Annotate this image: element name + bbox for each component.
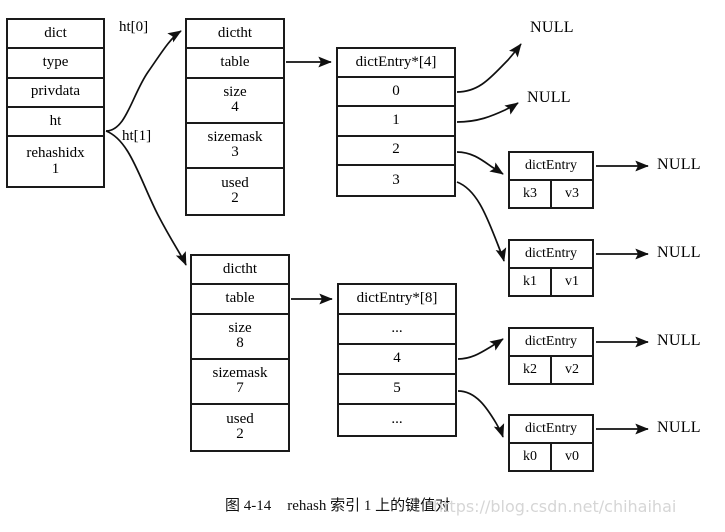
dictht-0-size: size 4	[187, 79, 283, 124]
dict-entry-k1-box: dictEntry k1 v1	[508, 239, 594, 297]
null-label-bucket-0: NULL	[530, 19, 574, 36]
dict-entry-k3-title: dictEntry	[510, 153, 592, 181]
dictht-1-size: size 8	[192, 315, 288, 360]
null-label-entry-k2: NULL	[657, 332, 701, 349]
dictht-0-sizemask: sizemask 3	[187, 124, 283, 169]
figure-caption: 图 4-14 rehash 索引 1 上的键值对	[225, 494, 450, 515]
dict-entry-k0-title: dictEntry	[510, 416, 592, 444]
dict-entry-k0-key: k0	[510, 444, 552, 470]
watermark-text: https://blog.csdn.net/chihaihai	[433, 497, 677, 516]
null-label-entry-k3: NULL	[657, 156, 701, 173]
dictht-1-size-value: 8	[236, 335, 244, 352]
dict-entry-k2-box: dictEntry k2 v2	[508, 327, 594, 385]
dict-struct-title: dict	[8, 20, 103, 50]
dict-entry-k1-value: v1	[565, 274, 579, 289]
dictht-1-sizemask-label: sizemask	[212, 364, 268, 381]
bucket-table-8-box: dictEntry*[8] ... 4 5 ...	[337, 283, 457, 437]
dict-field-ht: ht	[8, 108, 103, 138]
dict-entry-k3-value: v3	[565, 186, 579, 201]
dictht-1-sizemask: sizemask 7	[192, 360, 288, 405]
dict-field-rehashidx: rehashidx 1	[8, 137, 103, 186]
dictht-0-used: used 2	[187, 169, 283, 214]
dict-entry-k0-kv: k0 v0	[510, 444, 592, 470]
bucket-table-8-row-0: ...	[339, 315, 455, 345]
dictht-0-table: table	[187, 49, 283, 79]
bucket-table-8-header: dictEntry*[8]	[339, 285, 455, 315]
dictht-1-title: dictht	[192, 256, 288, 286]
dict-entry-k3-key: k3	[510, 181, 552, 207]
bucket-table-4-header: dictEntry*[4]	[338, 49, 454, 79]
bucket-table-8-row-2: 5	[339, 375, 455, 405]
null-label-bucket-1: NULL	[527, 89, 571, 106]
dictht-1-table: table	[192, 285, 288, 315]
dict-entry-k1-kv: k1 v1	[510, 269, 592, 295]
dict-field-type: type	[8, 49, 103, 79]
dictht-0-box: dictht table size 4 sizemask 3 used 2	[185, 18, 285, 216]
diagram-canvas: dict type privdata ht rehashidx 1 ht[0] …	[0, 0, 725, 532]
figure-number: 图 4-14	[225, 498, 272, 514]
dict-entry-k1-title: dictEntry	[510, 241, 592, 269]
dictht-0-sizemask-value: 3	[231, 144, 239, 161]
null-label-entry-k0: NULL	[657, 419, 701, 436]
bucket-table-8-row-1: 4	[339, 345, 455, 375]
dict-struct-box: dict type privdata ht rehashidx 1	[6, 18, 105, 188]
dictht-0-sizemask-label: sizemask	[207, 128, 263, 145]
dict-entry-k0-box: dictEntry k0 v0	[508, 414, 594, 472]
ht1-pointer-label: ht[1]	[122, 128, 152, 144]
dictht-1-size-label: size	[228, 319, 252, 336]
bucket-table-8-row-3: ...	[391, 411, 403, 428]
figure-caption-text: rehash 索引 1 上的键值对	[287, 498, 451, 514]
dictht-1-box: dictht table size 8 sizemask 7 used 2	[190, 254, 290, 452]
dictht-0-size-label: size	[223, 83, 247, 100]
bucket-table-4-row-1: 1	[338, 107, 454, 137]
dict-entry-k0-value: v0	[565, 449, 579, 464]
dictht-0-used-value: 2	[231, 190, 239, 207]
bucket-table-4-row-0: 0	[338, 78, 454, 108]
dictht-1-sizemask-value: 7	[236, 380, 244, 397]
dict-entry-k2-kv: k2 v2	[510, 357, 592, 383]
dictht-1-used-value: 2	[236, 426, 244, 443]
dictht-0-used-label: used	[221, 174, 249, 191]
dict-entry-k2-key: k2	[510, 357, 552, 383]
dictht-0-size-value: 4	[231, 99, 239, 116]
null-label-entry-k1: NULL	[657, 244, 701, 261]
bucket-table-4-row-2: 2	[338, 137, 454, 166]
dict-entry-k3-kv: k3 v3	[510, 181, 592, 207]
ht0-pointer-label: ht[0]	[119, 19, 149, 35]
dict-entry-k1-key: k1	[510, 269, 552, 295]
dict-field-rehashidx-label: rehashidx	[26, 144, 85, 161]
bucket-table-4-box: dictEntry*[4] 0 1 2 3	[336, 47, 456, 197]
dictht-0-title: dictht	[187, 20, 283, 50]
dict-entry-k3-box: dictEntry k3 v3	[508, 151, 594, 209]
dictht-1-used-label: used	[226, 410, 254, 427]
dict-field-privdata: privdata	[8, 79, 103, 108]
dictht-1-used: used 2	[192, 405, 288, 450]
dict-entry-k2-value: v2	[565, 362, 579, 377]
dict-field-rehashidx-value: 1	[51, 160, 60, 177]
dict-entry-k2-title: dictEntry	[510, 329, 592, 357]
bucket-table-4-row-3: 3	[392, 171, 400, 188]
